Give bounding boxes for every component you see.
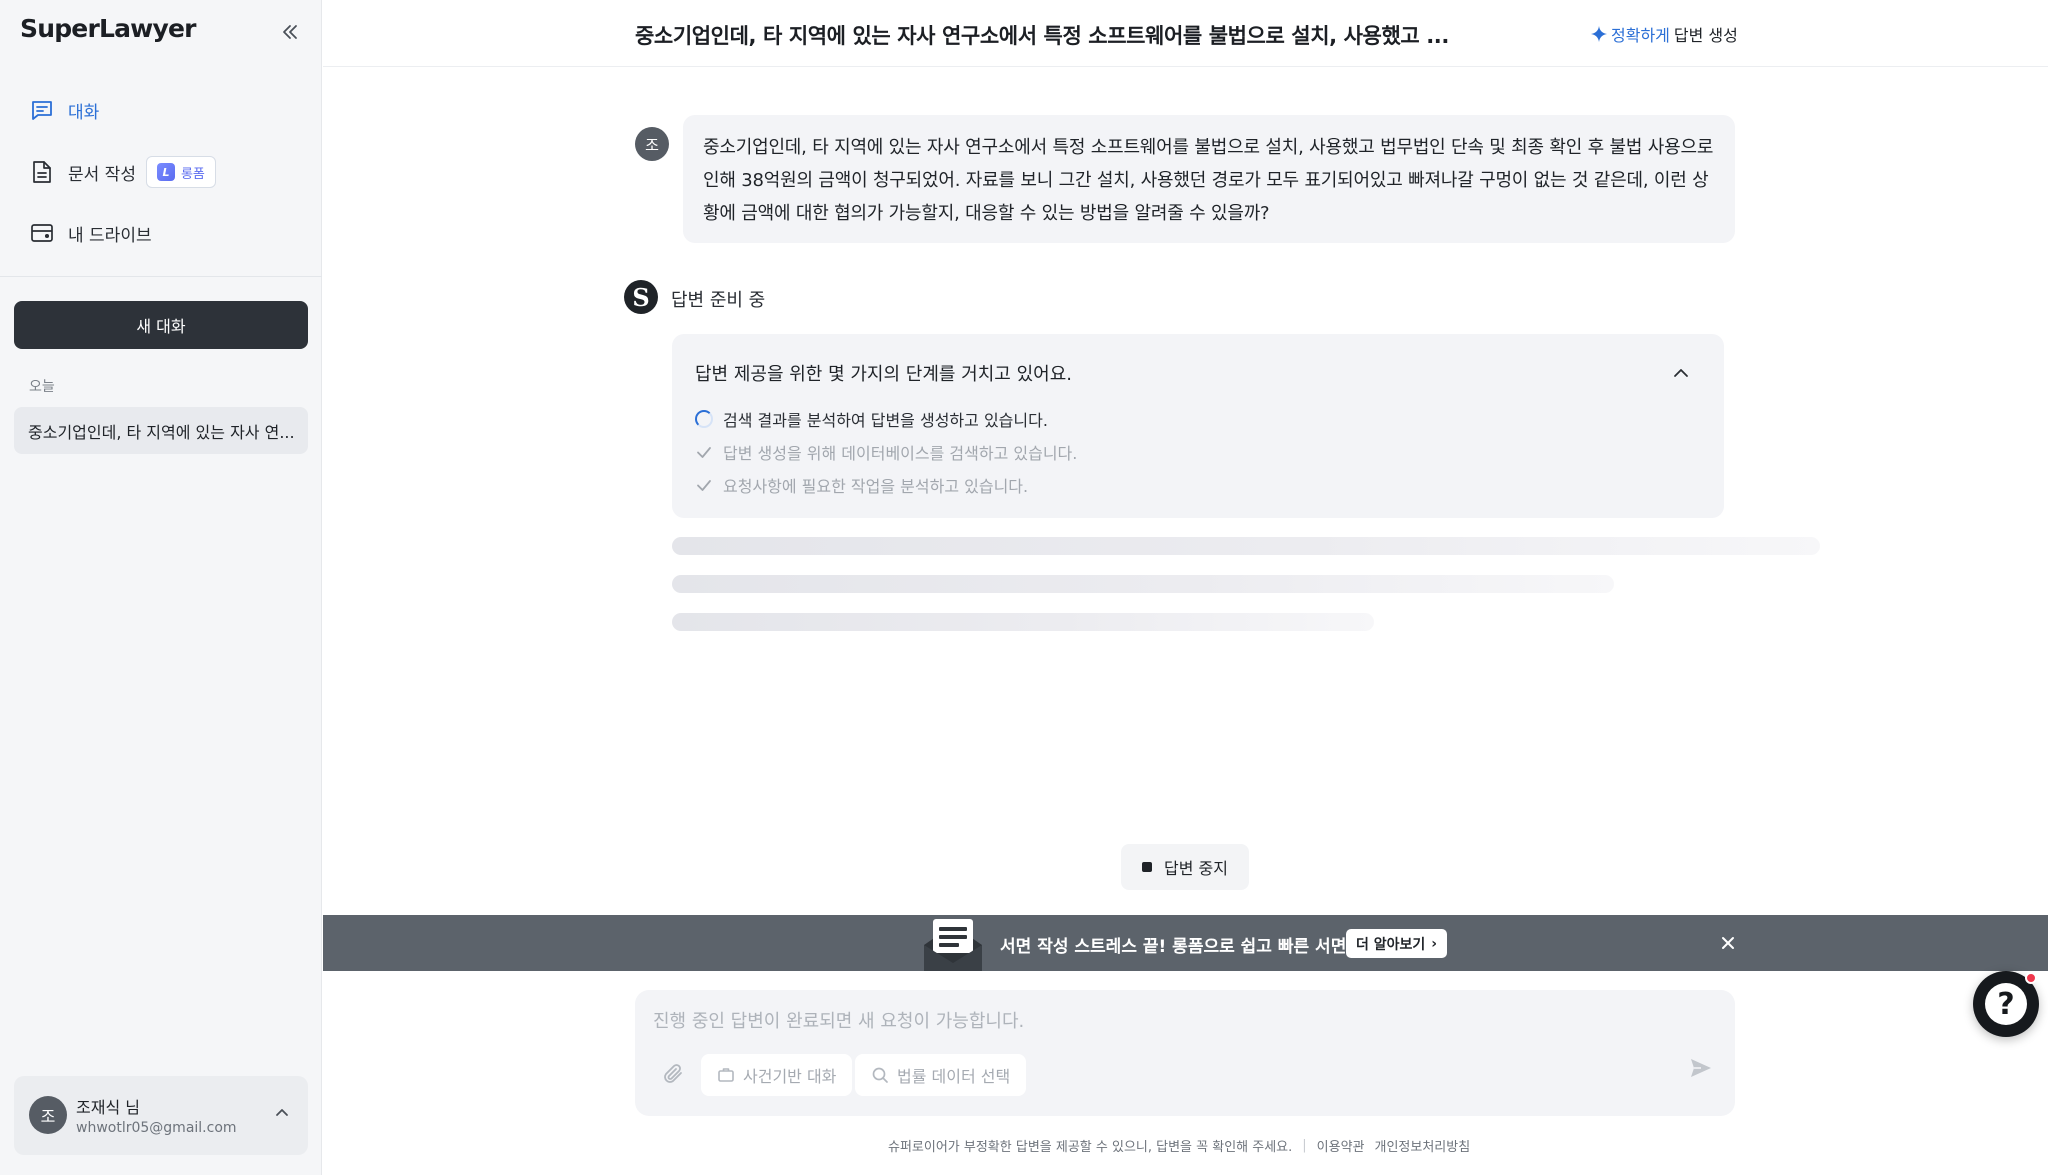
chevron-right-icon: › (1431, 935, 1438, 952)
sidebar: SuperLawyer 대화 문서 작성 L 롱폼 내 드라이브 새 대화 오늘… (0, 0, 322, 1175)
answer-status: 답변 준비 중 (671, 290, 766, 311)
message-composer: 사건기반 대화 법률 데이터 선택 (635, 990, 1735, 1116)
superlawyer-logo-icon: S (624, 280, 658, 314)
envelope-document-icon (924, 919, 982, 971)
stop-icon (1142, 862, 1153, 872)
steps-title: 답변 제공을 위한 몇 가지의 단계를 거치고 있어요. (695, 364, 1072, 385)
new-chat-button[interactable]: 새 대화 (14, 301, 308, 349)
loading-skeleton-line (672, 575, 1614, 593)
chevron-up-icon (274, 1105, 290, 1125)
paperclip-icon[interactable] (661, 1062, 685, 1090)
accurate-answer-button[interactable]: 정확하게 답변 생성 (1591, 22, 1738, 46)
learn-more-label: 더 알아보기 (1356, 936, 1426, 953)
stop-answer-button[interactable]: 답변 중지 (1121, 844, 1249, 890)
chip-label: 사건기반 대화 (743, 1067, 837, 1086)
chip-label: 법률 데이터 선택 (897, 1067, 1011, 1086)
loading-spinner-icon (695, 410, 713, 428)
avatar: 조 (29, 1096, 67, 1134)
accurate-label: 정확하게 (1611, 26, 1670, 45)
legal-data-select-button[interactable]: 법률 데이터 선택 (855, 1054, 1027, 1096)
user-name: 조재식 님 (76, 1098, 140, 1117)
longform-badge[interactable]: L 롱폼 (145, 156, 216, 188)
sidebar-divider (0, 276, 322, 277)
send-icon[interactable] (1689, 1056, 1713, 1084)
message-input[interactable] (653, 1006, 1653, 1036)
close-icon (1722, 937, 1734, 949)
help-chat-button[interactable]: ? (1973, 971, 2039, 1037)
briefcase-icon (718, 1068, 734, 1082)
loading-skeleton-line (672, 613, 1374, 631)
user-email: whwotlr05@gmail.com (76, 1120, 237, 1136)
sparkle-icon (1591, 26, 1607, 42)
step-label: 답변 생성을 위해 데이터베이스를 검색하고 있습니다. (723, 444, 1078, 463)
case-based-chat-button[interactable]: 사건기반 대화 (701, 1054, 853, 1096)
page-title: 중소기업인데, 타 지역에 있는 자사 연구소에서 특정 소프트웨어를 불법으로… (635, 24, 1449, 48)
nav-item-document[interactable]: 문서 작성 L 롱폼 (28, 154, 216, 190)
loading-skeleton-line (672, 537, 1820, 555)
double-chevron-left-icon (283, 25, 297, 39)
chat-header: 중소기업인데, 타 지역에 있는 자사 연구소에서 특정 소프트웨어를 불법으로… (323, 0, 2048, 67)
chevron-up-icon[interactable] (1672, 364, 1690, 386)
notification-dot (2025, 972, 2037, 984)
learn-more-button[interactable]: 더 알아보기 › (1346, 929, 1448, 958)
drive-icon (28, 219, 56, 247)
step-label: 검색 결과를 분석하여 답변을 생성하고 있습니다. (723, 411, 1048, 430)
user-account-menu[interactable]: 조 조재식 님 whwotlr05@gmail.com (14, 1076, 308, 1155)
privacy-link[interactable]: 개인정보처리방침 (1375, 1136, 1471, 1155)
terms-link[interactable]: 이용약관 (1317, 1136, 1365, 1155)
step-item: 답변 생성을 위해 데이터베이스를 검색하고 있습니다. (695, 440, 1077, 464)
disclaimer-text: 슈퍼로이어가 부정확한 답변을 제공할 수 있으니, 답변을 꼭 확인해 주세요… (888, 1140, 1293, 1155)
footer-separator: | (1302, 1138, 1307, 1153)
longform-badge-label: 롱폼 (180, 166, 205, 182)
longform-logo-icon: L (156, 163, 175, 181)
history-item[interactable]: 중소기업인데, 타 지역에 있는 자사 연... (14, 407, 308, 454)
footer: 슈퍼로이어가 부정확한 답변을 제공할 수 있으니, 답변을 꼭 확인해 주세요… (888, 1136, 1470, 1155)
collapse-sidebar-button[interactable] (278, 20, 302, 44)
brand-logo[interactable]: SuperLawyer (20, 14, 196, 43)
promo-banner: 서면 작성 스트레스 끝! 롱폼으로 쉽고 빠른 서면 작성 더 알아보기 › (323, 915, 2048, 971)
user-avatar: 조 (635, 127, 669, 161)
nav-item-label: 문서 작성 (68, 164, 136, 185)
check-icon (697, 480, 711, 491)
document-icon (28, 158, 56, 186)
progress-steps-panel: 답변 제공을 위한 몇 가지의 단계를 거치고 있어요. 검색 결과를 분석하여… (672, 334, 1724, 518)
nav-item-label: 내 드라이브 (68, 225, 152, 246)
step-item: 요청사항에 필요한 작업을 분석하고 있습니다. (695, 473, 1028, 497)
promo-banner-text: 서면 작성 스트레스 끝! 롱폼으로 쉽고 빠른 서면 작성 (1000, 937, 1384, 957)
step-label: 요청사항에 필요한 작업을 분석하고 있습니다. (723, 477, 1029, 496)
user-message: 중소기업인데, 타 지역에 있는 자사 연구소에서 특정 소프트웨어를 불법으로… (683, 115, 1735, 243)
generate-answer-label: 답변 생성 (1673, 26, 1738, 45)
search-icon (872, 1067, 888, 1083)
nav-item-label: 대화 (68, 102, 100, 123)
question-mark-icon: ? (1985, 983, 2027, 1025)
step-item: 검색 결과를 분석하여 답변을 생성하고 있습니다. (695, 407, 1048, 431)
nav-item-drive[interactable]: 내 드라이브 (28, 215, 152, 251)
check-icon (697, 447, 711, 458)
history-group-label: 오늘 (29, 379, 55, 395)
nav-item-chat[interactable]: 대화 (28, 92, 99, 128)
chat-icon (28, 96, 56, 124)
close-banner-button[interactable] (1716, 931, 1740, 955)
stop-answer-label: 답변 중지 (1164, 859, 1228, 878)
